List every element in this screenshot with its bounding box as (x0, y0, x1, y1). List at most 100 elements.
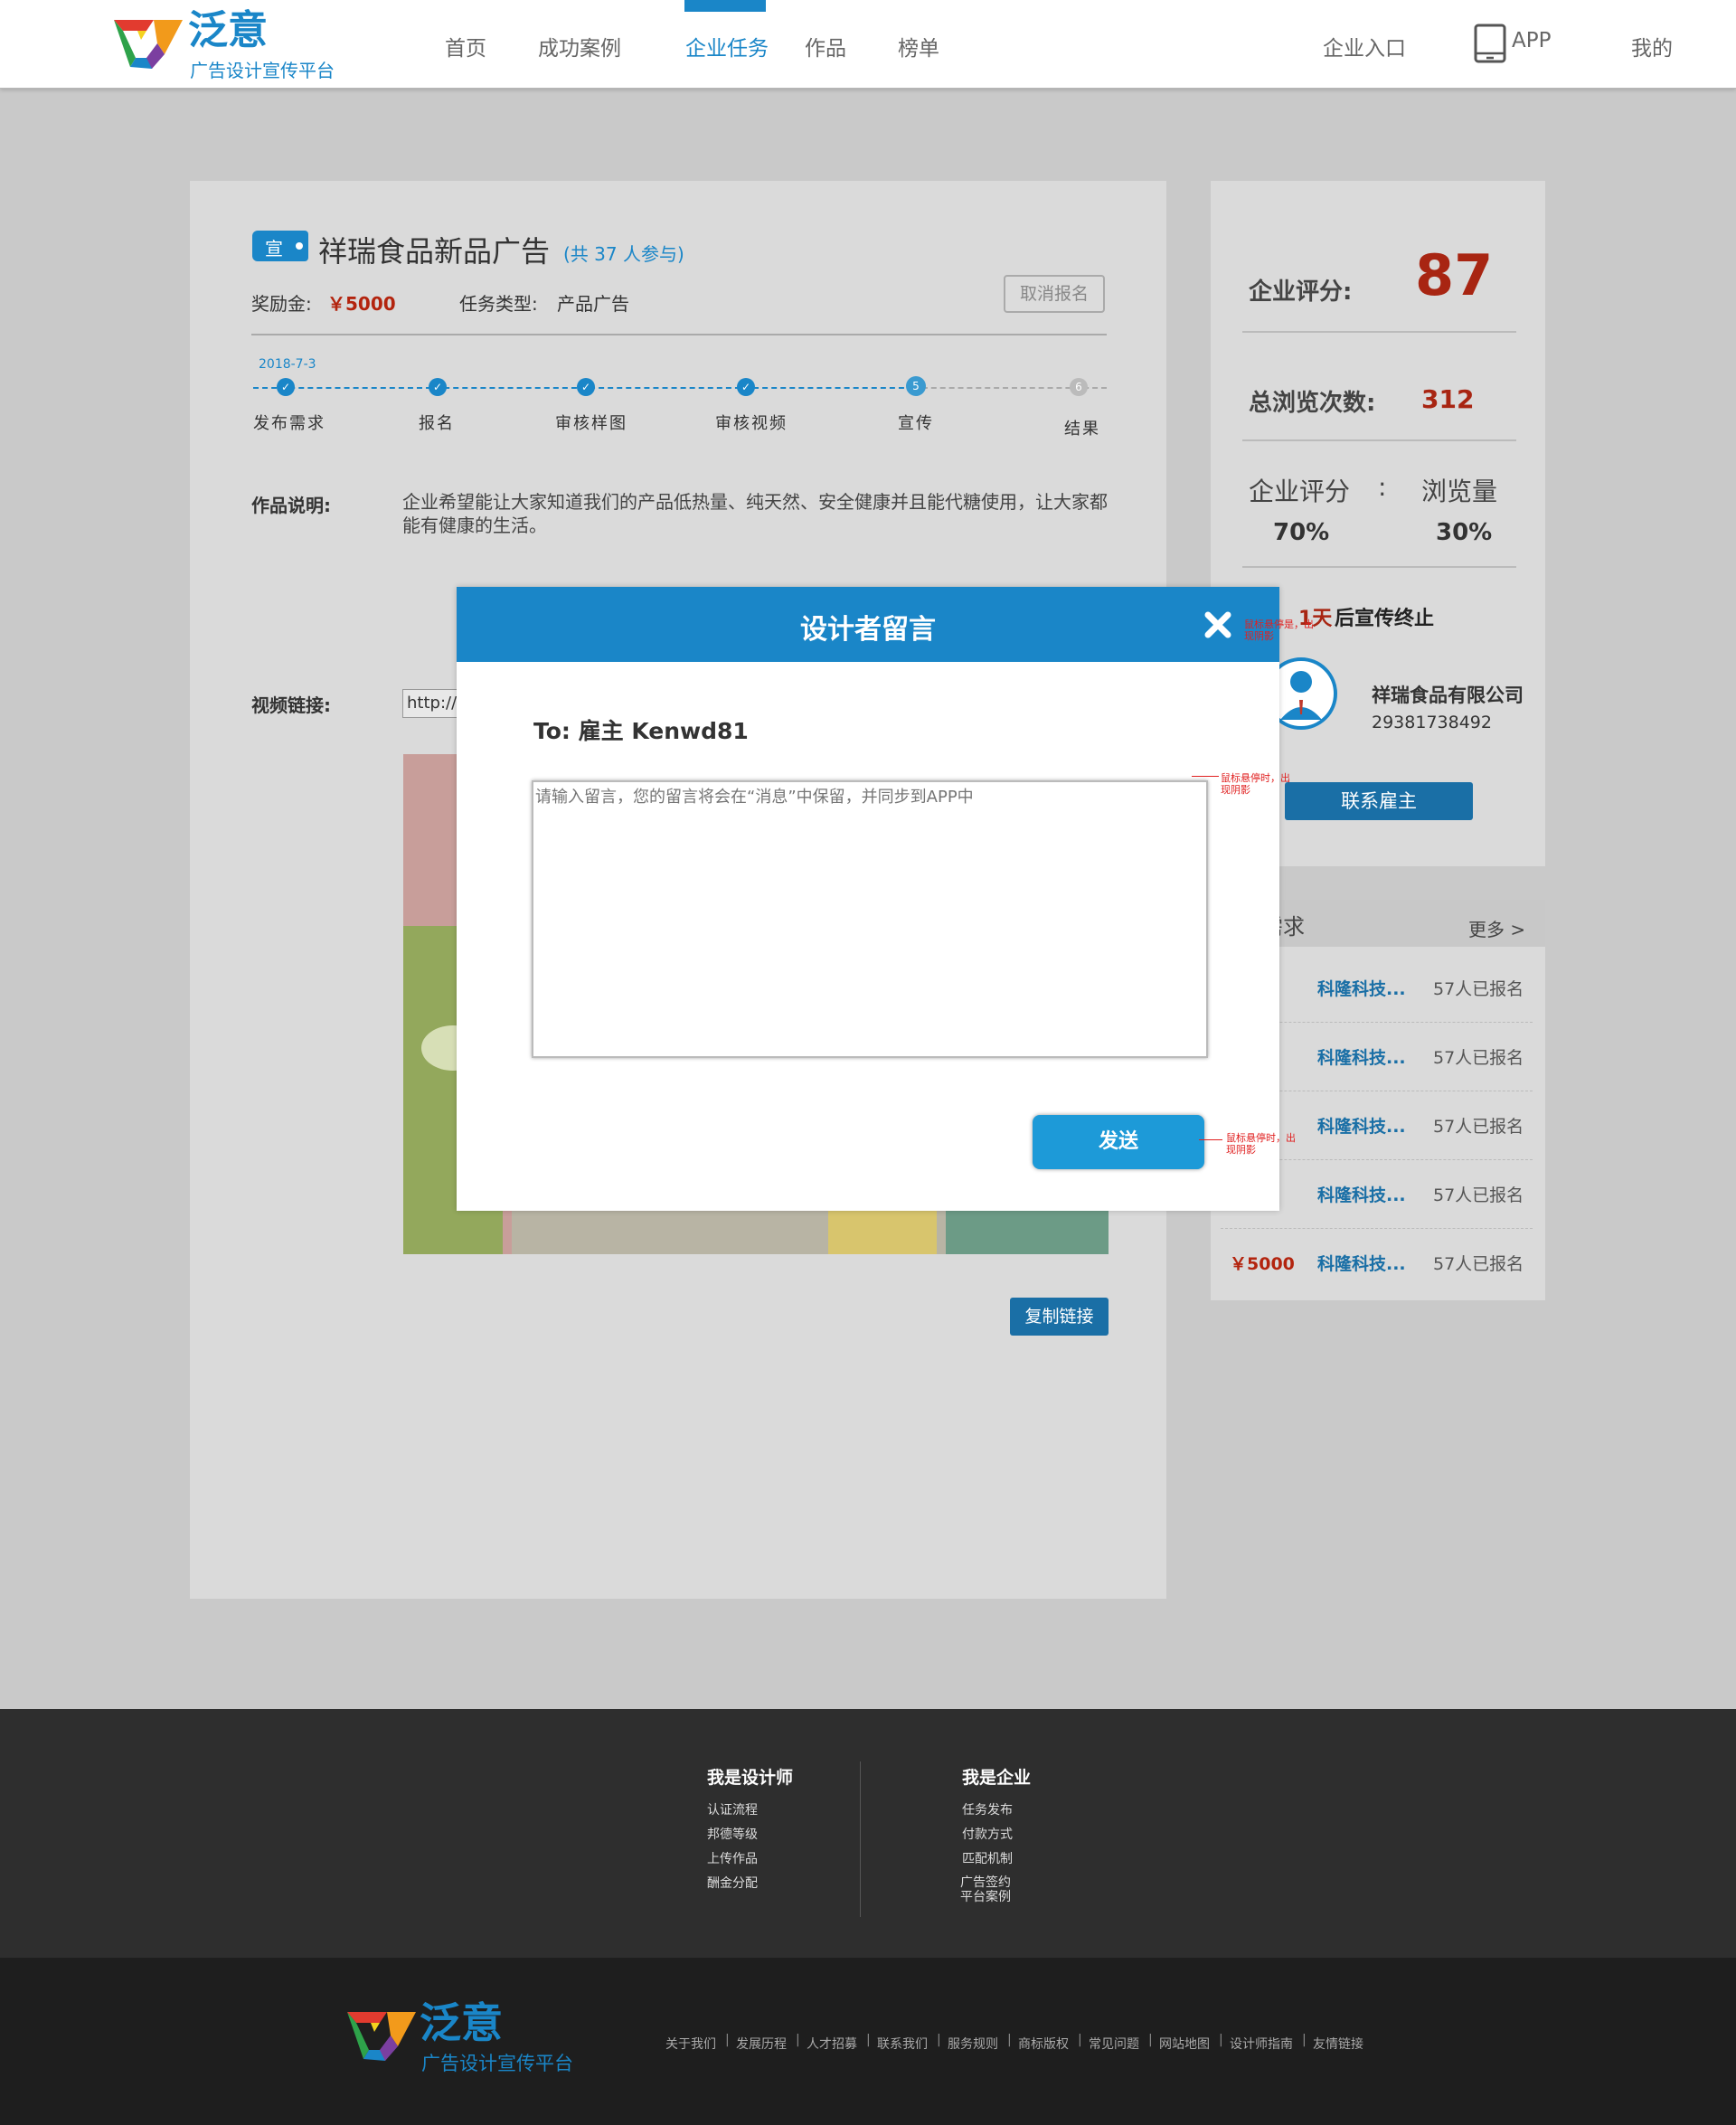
top-header: 泛意 广告设计宣传平台 首页 成功案例 企业任务 作品 榜单 企业入口 APP … (0, 0, 1736, 89)
divider (1242, 439, 1516, 441)
reward-value: ￥5000 (327, 293, 396, 315)
footer-link[interactable]: 付款方式 (962, 1825, 1013, 1843)
list-more-link[interactable]: 更多 > (1468, 915, 1525, 941)
footer-logo-subtitle: 广告设计宣传平台 (421, 2053, 573, 2074)
footer-link[interactable]: 酬金分配 (707, 1874, 758, 1892)
task-badge: 宣 (252, 231, 308, 261)
reward-label: 奖励金: (251, 293, 312, 315)
footer-bottom-link[interactable]: 人才招募 (807, 2035, 857, 2053)
nav-active-indicator (684, 0, 766, 12)
days-remaining-text: 后宣传终止 (1335, 608, 1435, 630)
hover-annotation: 鼠标悬停时，出 现阴影 (1226, 1132, 1296, 1156)
list-item-name: 科隆科技... (1317, 1048, 1406, 1068)
footer-bottom-link[interactable]: 联系我们 (877, 2035, 928, 2053)
nav-mine[interactable]: 我的 (1631, 31, 1673, 61)
separator: | (866, 2033, 871, 2047)
task-badge-text: 宣 (265, 238, 283, 260)
step-check-icon: ✓ (429, 378, 447, 396)
footer-bottom-link[interactable]: 网站地图 (1159, 2035, 1210, 2053)
step-label: 宣传 (898, 414, 934, 433)
copy-link-button[interactable]: 复制链接 (1010, 1298, 1109, 1336)
footer-bottom-link[interactable]: 关于我们 (665, 2035, 716, 2053)
step-current: 5 (906, 376, 926, 396)
type-label: 任务类型: (459, 293, 538, 315)
footer-logo-title: 泛意 (420, 1998, 503, 2047)
footer-bottom-link[interactable]: 常见问题 (1089, 2035, 1139, 2053)
step-label: 发布需求 (253, 414, 326, 433)
nav-app[interactable]: APP (1512, 29, 1551, 52)
annotation-text: 鼠标悬停时，出 现阴影 (1226, 1132, 1296, 1156)
company-phone: 29381738492 (1372, 713, 1492, 732)
separator: | (1302, 2033, 1307, 2047)
footer-link[interactable]: 邦德等级 (707, 1825, 758, 1843)
logo-mark-icon (114, 20, 183, 69)
list-item[interactable]: ￥5000 科隆科技... 57人已报名 (1221, 1229, 1533, 1298)
video-link-label: 视频链接: (251, 694, 331, 716)
list-item-name: 科隆科技... (1317, 979, 1406, 999)
footer-link[interactable]: 上传作品 (707, 1849, 758, 1867)
footer-link[interactable]: 任务发布 (962, 1800, 1013, 1818)
logo-mark-icon (347, 2012, 416, 2061)
separator: | (1007, 2033, 1012, 2047)
cancel-signup-button[interactable]: 取消报名 (1004, 275, 1105, 313)
nav-cases[interactable]: 成功案例 (538, 31, 621, 61)
separator: | (1078, 2033, 1082, 2047)
hover-annotation: 鼠标悬停时，出 现阴影 (1221, 772, 1290, 796)
footer-link[interactable]: 匹配机制 (962, 1849, 1013, 1867)
nav-works[interactable]: 作品 (805, 31, 846, 61)
footer-bottom-link[interactable]: 商标版权 (1018, 2035, 1069, 2053)
contact-employer-button[interactable]: 联系雇主 (1285, 782, 1473, 820)
message-modal: 设计者留言 To: 雇主 Kenwd81 发送 (457, 587, 1279, 1211)
task-participants: (共 37 人参与) (563, 243, 684, 265)
divider (1242, 566, 1516, 568)
modal-title: 设计者留言 (800, 614, 936, 646)
type-value: 产品广告 (557, 293, 629, 315)
footer-link[interactable]: 认证流程 (707, 1800, 758, 1818)
footer-designer-title: 我是设计师 (707, 1768, 794, 1788)
task-title: 祥瑞食品新品广告 (318, 234, 551, 269)
logo[interactable]: 泛意 广告设计宣传平台 (110, 7, 345, 81)
nav-enterprise-entry[interactable]: 企业入口 (1323, 31, 1406, 61)
list-item-name: 科隆科技... (1317, 1254, 1406, 1274)
step-pending: 6 (1070, 378, 1088, 396)
ratio-label-views: 浏览量 (1421, 477, 1498, 506)
footer-bottom-link[interactable]: 设计师指南 (1230, 2035, 1293, 2053)
views-label: 总浏览次数: (1249, 390, 1376, 417)
step-label: 审核样图 (555, 414, 627, 433)
modal-header: 设计者留言 (457, 587, 1279, 662)
annotation-arrow (1199, 1139, 1222, 1140)
step-label: 报名 (419, 414, 455, 433)
footer-bottom-link[interactable]: 服务规则 (948, 2035, 998, 2053)
step-date: 2018-7-3 (259, 357, 316, 372)
footer-bottom-link[interactable]: 友情链接 (1313, 2035, 1363, 2053)
annotation-arrow (1192, 776, 1219, 777)
tag-hole-icon (296, 242, 303, 250)
logo-title: 泛意 (188, 7, 268, 53)
nav-ranking[interactable]: 榜单 (898, 31, 939, 61)
annotation-text: 鼠标悬停时，出 现阴影 (1221, 772, 1290, 796)
tablet-icon (1474, 24, 1506, 63)
step-check-icon: ✓ (737, 378, 755, 396)
step-label: 结果 (1064, 420, 1100, 439)
annotation-text: 鼠标悬停是，出 现阴影 (1244, 619, 1314, 642)
close-icon[interactable] (1202, 609, 1234, 641)
separator: | (937, 2033, 941, 2047)
separator: | (796, 2033, 800, 2047)
nav-home[interactable]: 首页 (445, 31, 486, 61)
message-textarea[interactable] (532, 780, 1208, 1058)
company-name: 祥瑞食品有限公司 (1372, 685, 1524, 706)
footer-bottom-link[interactable]: 发展历程 (736, 2035, 787, 2053)
views-value: 312 (1421, 384, 1475, 414)
score-label: 企业评分: (1249, 279, 1353, 306)
list-item-count: 57人已报名 (1433, 1048, 1524, 1068)
send-button[interactable]: 发送 (1033, 1115, 1204, 1169)
list-item-name: 科隆科技... (1317, 1117, 1406, 1137)
ratio-value-views: 30% (1436, 519, 1493, 546)
footer-link[interactable]: 广告签约 平台案例 (960, 1875, 1011, 1904)
separator: | (725, 2033, 730, 2047)
step-label: 审核视频 (715, 414, 788, 433)
divider (1242, 331, 1516, 333)
nav-enterprise-tasks[interactable]: 企业任务 (685, 31, 769, 61)
list-item-count: 57人已报名 (1433, 979, 1524, 999)
list-item-count: 57人已报名 (1433, 1254, 1524, 1274)
